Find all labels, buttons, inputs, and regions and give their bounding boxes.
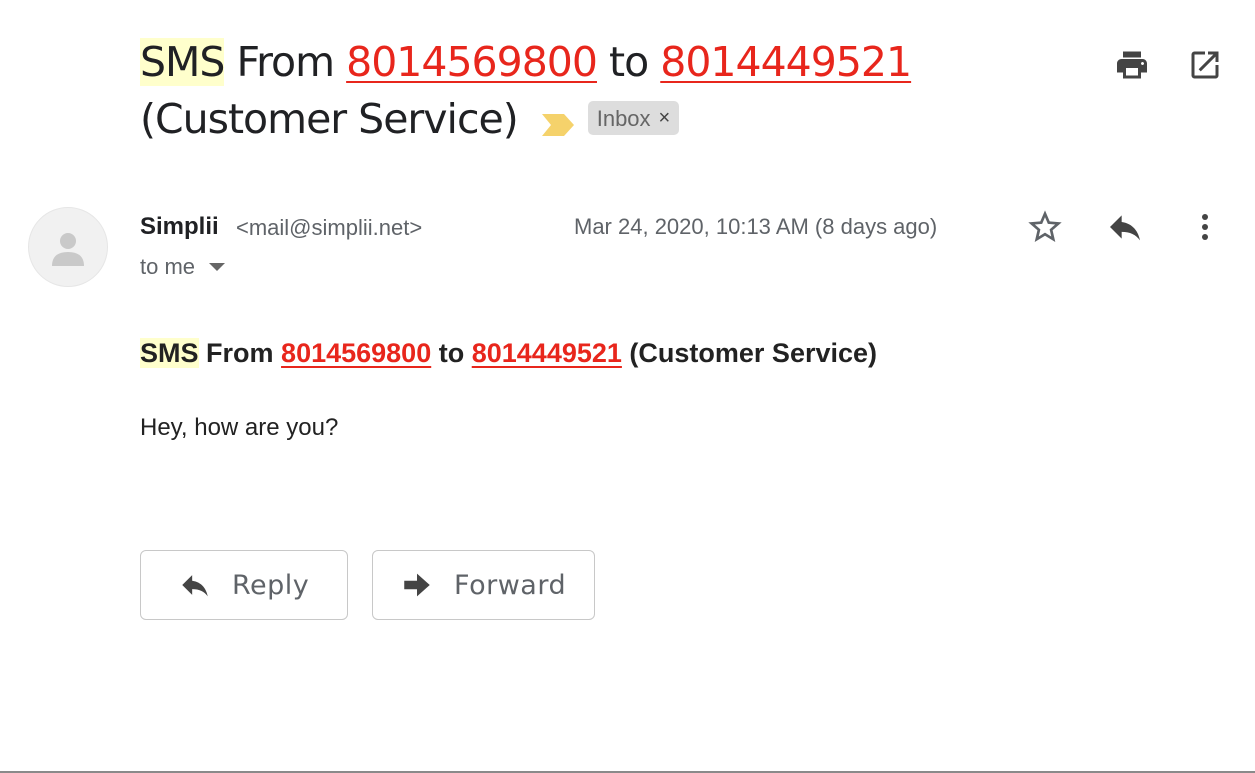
sender-name[interactable]: Simplii	[140, 213, 219, 241]
recipient-text: to me	[140, 254, 196, 279]
subject-highlight: SMS	[140, 38, 225, 86]
remove-label-icon[interactable]: ×	[659, 90, 671, 147]
email-subject: SMS From 8014569800 to 8014449521 (Custo…	[140, 34, 1080, 151]
body-to-number-link[interactable]: 8014449521	[472, 338, 622, 368]
body-from-number-link[interactable]: 8014569800	[281, 338, 431, 368]
message-body-text: Hey, how are you?	[140, 414, 339, 441]
print-icon[interactable]	[1114, 47, 1150, 83]
forward-arrow-icon	[404, 573, 430, 597]
subject-to-word: to	[609, 38, 649, 86]
default-person-icon	[52, 233, 84, 266]
reply-icon[interactable]	[1105, 206, 1145, 248]
importance-marker-icon[interactable]	[541, 94, 574, 151]
open-in-new-window-icon[interactable]	[1187, 47, 1223, 83]
body-title-highlight: SMS	[140, 338, 199, 368]
reply-arrow-icon	[182, 575, 208, 597]
subject-from-number-link[interactable]: 8014569800	[346, 38, 598, 86]
message-body-title: SMS From 8014569800 to 8014449521 (Custo…	[140, 338, 877, 369]
body-title-from-word: From	[206, 338, 274, 368]
inbox-label-text: Inbox	[596, 105, 651, 131]
forward-button[interactable]: Forward	[372, 550, 595, 620]
recipient-details-toggle[interactable]: to me	[140, 254, 226, 280]
inbox-label-chip: Inbox ×	[587, 101, 680, 135]
star-icon[interactable]	[1025, 206, 1065, 248]
subject-suffix: (Customer Service)	[140, 95, 519, 143]
more-vert-icon[interactable]	[1185, 206, 1225, 248]
sender-avatar[interactable]	[28, 207, 108, 287]
sender-email: <mail@simplii.net>	[236, 215, 423, 240]
body-title-to-word: to	[438, 338, 465, 368]
message-date: Mar 24, 2020, 10:13 AM (8 days ago)	[574, 214, 938, 239]
body-title-suffix: (Customer Service)	[629, 338, 878, 368]
reply-button[interactable]: Reply	[140, 550, 348, 620]
subject-from-word: From	[236, 38, 335, 86]
subject-to-number-link[interactable]: 8014449521	[660, 38, 912, 86]
caret-down-icon	[209, 263, 226, 271]
reply-button-label: Reply	[232, 569, 310, 601]
forward-button-label: Forward	[454, 569, 567, 601]
